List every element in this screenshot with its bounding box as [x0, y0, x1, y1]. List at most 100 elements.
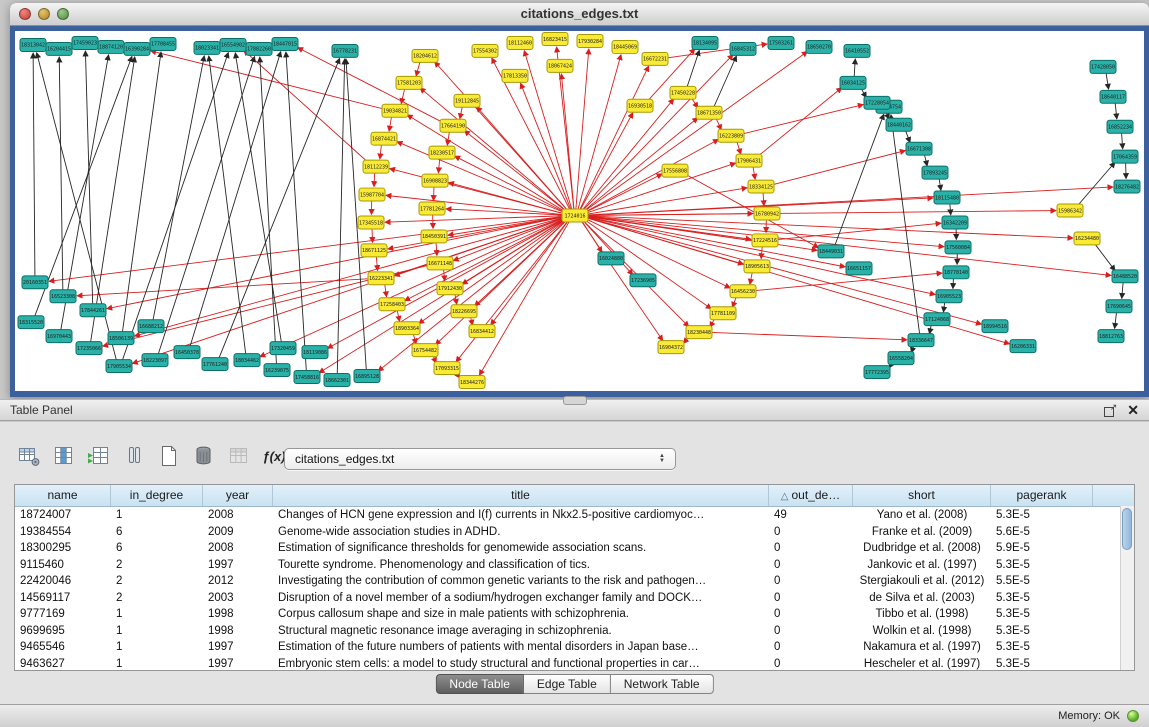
graph-node[interactable]: 18067424	[547, 59, 573, 72]
graph-node[interactable]: 16754482	[412, 344, 438, 357]
graph-edge[interactable]	[260, 218, 567, 357]
graph-node[interactable]: 20160351	[22, 276, 48, 289]
graph-node[interactable]: 17893245	[922, 166, 948, 179]
graph-node[interactable]: 16672231	[642, 52, 668, 65]
graph-node[interactable]: 16930518	[627, 99, 653, 112]
table-cell[interactable]: 5.6E-5	[991, 524, 1093, 541]
graph-node[interactable]: 18223097	[142, 354, 168, 367]
table-cell[interactable]: 5.3E-5	[991, 639, 1093, 656]
table-cell[interactable]: 0	[769, 606, 853, 623]
table-cell[interactable]: Jankovic et al. (1997)	[853, 557, 991, 574]
tab-network-table[interactable]: Network Table	[611, 674, 714, 694]
table-cell[interactable]: 0	[769, 656, 853, 672]
table-cell[interactable]: 1997	[203, 656, 273, 672]
graph-node[interactable]: 17930284	[577, 34, 603, 47]
graph-node[interactable]: 18450391	[421, 230, 447, 243]
graph-edge[interactable]	[153, 56, 204, 322]
graph-node[interactable]: 17772395	[864, 366, 890, 379]
graph-node[interactable]: 18230448	[686, 326, 712, 339]
map-table-icon[interactable]	[226, 443, 252, 469]
table-row[interactable]: 1830029562008Estimation of significance …	[15, 540, 1134, 557]
table-cell[interactable]: Stergiakouli et al. (2012)	[853, 573, 991, 590]
graph-node[interactable]: 18226695	[451, 305, 477, 318]
table-cell[interactable]: 0	[769, 590, 853, 607]
graph-edge[interactable]	[834, 114, 883, 247]
graph-node[interactable]: 16554902	[220, 38, 246, 51]
graph-edge[interactable]	[386, 195, 566, 215]
graph-node[interactable]: 17905534	[106, 360, 132, 373]
graph-edge[interactable]	[286, 52, 306, 372]
graph-edge[interactable]	[763, 191, 764, 205]
graph-node[interactable]: 16523308	[50, 290, 76, 303]
table-cell[interactable]: 0	[769, 557, 853, 574]
graph-node[interactable]: 18440162	[886, 118, 912, 131]
table-cell[interactable]: 1998	[203, 606, 273, 623]
graph-node[interactable]: 16845312	[730, 42, 756, 55]
graph-node[interactable]: 17093315	[434, 362, 460, 375]
graph-edge[interactable]	[576, 49, 589, 211]
graph-node[interactable]: 17450228	[670, 86, 696, 99]
graph-edge[interactable]	[1121, 132, 1122, 149]
scrollbar-thumb[interactable]	[1122, 508, 1132, 550]
table-cell[interactable]: 5.3E-5	[991, 656, 1093, 672]
graph-node[interactable]: 17124068	[924, 313, 950, 326]
graph-node[interactable]: 18905613	[744, 260, 770, 273]
graph-node[interactable]: 17064359	[1112, 150, 1138, 163]
graph-node[interactable]: 18334125	[748, 180, 774, 193]
graph-node[interactable]: 16778231	[332, 44, 358, 57]
table-cell[interactable]: 2009	[203, 524, 273, 541]
graph-edge[interactable]	[477, 107, 569, 212]
table-cell[interactable]: 49	[769, 507, 853, 524]
graph-node[interactable]: 18336647	[908, 334, 934, 347]
graph-edge[interactable]	[1115, 102, 1117, 119]
graph-node[interactable]: 16410552	[844, 44, 870, 57]
graph-edge[interactable]	[389, 115, 392, 131]
graph-node[interactable]: 16034125	[840, 76, 866, 89]
zoom-window-button[interactable]	[57, 8, 69, 20]
tab-edge-table[interactable]: Edge Table	[524, 674, 611, 694]
table-cell[interactable]: 1	[111, 606, 203, 623]
graph-edge[interactable]	[33, 53, 35, 277]
graph-edge[interactable]	[90, 57, 134, 343]
graph-node[interactable]: 18903364	[394, 322, 420, 335]
graph-node[interactable]: 17320459	[270, 342, 296, 355]
graph-edge[interactable]	[337, 59, 344, 375]
graph-edge[interactable]	[49, 216, 566, 281]
table-cell[interactable]: 9699695	[15, 623, 111, 640]
graph-node[interactable]: 16688212	[138, 320, 164, 333]
graph-node[interactable]: 16970443	[46, 330, 72, 343]
table-cell[interactable]: 1	[111, 623, 203, 640]
graph-edge[interactable]	[34, 56, 132, 317]
table-cell[interactable]: 2003	[203, 590, 273, 607]
table-row[interactable]: 911546021997Tourette syndrome. Phenomeno…	[15, 557, 1134, 574]
graph-node[interactable]: 16390284	[124, 42, 150, 55]
table-cell[interactable]: Nakamura et al. (1997)	[853, 639, 991, 656]
graph-node[interactable]: 18230517	[429, 146, 455, 159]
table-cell[interactable]: Corpus callosum shape and size in male p…	[273, 606, 769, 623]
table-row[interactable]: 946362711997Embryonic stem cells: a mode…	[15, 656, 1134, 672]
graph-node[interactable]: 18344276	[459, 376, 485, 389]
graph-edge[interactable]	[584, 163, 736, 214]
graph-node[interactable]: 16223809	[718, 129, 744, 142]
graph-node[interactable]: 16908823	[422, 174, 448, 187]
table-cell[interactable]: 9465546	[15, 639, 111, 656]
graph-node[interactable]: 17844261	[80, 304, 106, 317]
graph-edge[interactable]	[756, 88, 842, 158]
graph-node[interactable]: 18112239	[363, 160, 389, 173]
table-row[interactable]: 1872400712008Changes of HCN gene express…	[15, 507, 1134, 524]
table-cell[interactable]: 5.5E-5	[991, 573, 1093, 590]
graph-node[interactable]: 17224516	[752, 234, 778, 247]
table-cell[interactable]: 1997	[203, 639, 273, 656]
table-row[interactable]: 977716911998Corpus callosum shape and si…	[15, 606, 1134, 623]
table-cell[interactable]: 0	[769, 623, 853, 640]
table-cell[interactable]: 5.3E-5	[991, 590, 1093, 607]
table-cell[interactable]: 14569117	[15, 590, 111, 607]
table-cell[interactable]: 1	[111, 639, 203, 656]
graph-node[interactable]: 17459023	[72, 36, 98, 49]
graph-node[interactable]: 17458816	[294, 371, 320, 384]
table-cell[interactable]: Disruption of a novel member of a sodium…	[273, 590, 769, 607]
float-panel-icon[interactable]: ↗	[1103, 403, 1117, 417]
table-row[interactable]: 2242004622012Investigating the contribut…	[15, 573, 1134, 590]
graph-node[interactable]: 16342209	[942, 216, 968, 229]
table-cell[interactable]: Dudbridge et al. (2008)	[853, 540, 991, 557]
